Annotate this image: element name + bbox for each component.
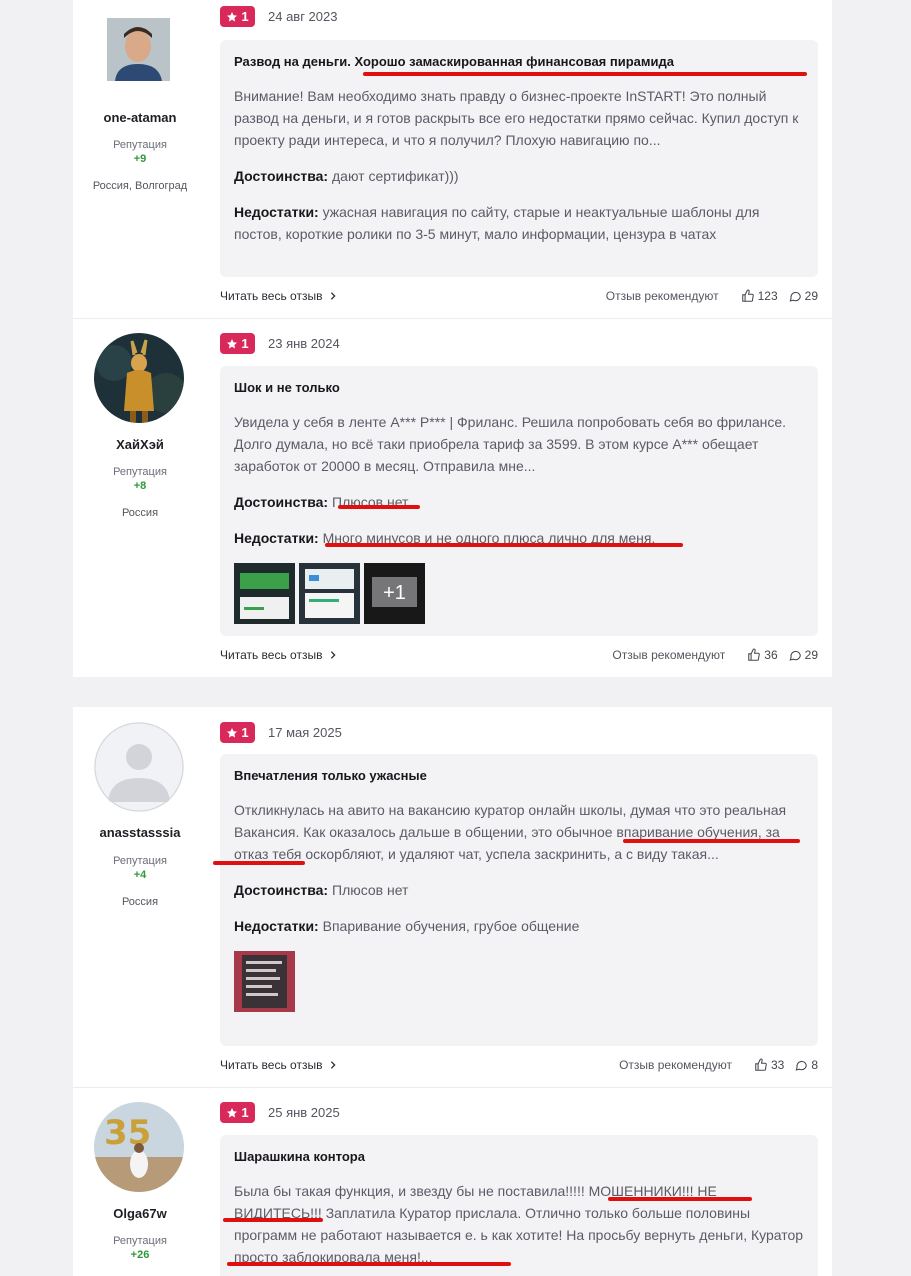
rating-badge: 1 <box>220 6 255 27</box>
photo-thumbnail[interactable]: +1 <box>364 563 425 624</box>
rating-badge: 1 <box>220 1102 255 1123</box>
chevron-right-icon <box>331 292 337 300</box>
review-text: Внимание! Вам необходимо знать правду о … <box>234 88 799 148</box>
rating-value: 1 <box>241 9 249 24</box>
review-cons: Недостатки: Впаривание обучения, грубое … <box>234 918 580 934</box>
review-pros: Достоинства: дают сертификат))) <box>234 168 459 184</box>
user-city: Россия, Волгоград <box>92 180 188 192</box>
more-photos-count[interactable]: +1 <box>364 563 425 624</box>
rating-badge: 1 <box>220 333 255 354</box>
review-date: 17 мая 2025 <box>268 725 342 740</box>
chevron-right-icon <box>331 651 337 659</box>
comments-button[interactable]: 29 <box>788 648 818 662</box>
thumbs-up-icon <box>755 1058 767 1071</box>
review-date: 23 янв 2024 <box>268 336 340 351</box>
star-icon <box>227 727 238 738</box>
reputation-value: +8 <box>133 480 147 492</box>
photo-gallery: +1 <box>234 563 804 624</box>
review-date: 24 авг 2023 <box>268 9 338 24</box>
read-more-link[interactable]: Читать весь отзыв <box>220 289 338 303</box>
avatar[interactable]: 35 <box>94 1102 184 1192</box>
svg-text:35: 35 <box>104 1113 151 1153</box>
review-title[interactable]: Шок и не только <box>234 379 804 397</box>
photo-gallery <box>234 951 804 1012</box>
highlight-underline <box>338 505 420 509</box>
star-icon <box>227 1107 238 1118</box>
review-text: Откликнулась на авито на вакансию курато… <box>234 802 787 862</box>
review-pros: Достоинства: Плюсов нет <box>234 882 409 898</box>
reputation-value: +4 <box>133 869 147 881</box>
avatar[interactable] <box>94 722 184 812</box>
user-city: Россия <box>121 896 159 908</box>
highlight-underline <box>213 861 305 865</box>
thumbs-up-icon <box>741 289 754 302</box>
photo-thumbnail[interactable] <box>234 951 295 1012</box>
recommend-label: Отзыв рекомендуют <box>605 289 719 303</box>
user-city: Россия <box>121 507 159 519</box>
reputation-label: Репутация <box>113 139 167 151</box>
thumbs-up-icon <box>748 648 761 661</box>
review-pros: Достоинства: Плюсов нет. <box>234 494 411 510</box>
reputation-label: Репутация <box>113 466 167 478</box>
review-body: Шарашкина контора Была бы такая функция,… <box>220 1135 818 1276</box>
reputation-value: +26 <box>130 1249 150 1261</box>
like-button[interactable]: 33 <box>754 1058 784 1072</box>
username[interactable]: ХайХэй <box>73 437 207 452</box>
review-card: anasstasssia Репутация +4 Россия 1 17 ма… <box>73 707 832 1087</box>
chevron-right-icon <box>331 1061 337 1069</box>
reputation-label: Репутация <box>113 855 167 867</box>
review-body: Шок и не только Увидела у себя в ленте А… <box>220 366 818 636</box>
review-footer: Читать весь отзыв Отзыв рекомендуют 36 2… <box>220 646 818 664</box>
review-footer: Читать весь отзыв Отзыв рекомендуют 33 8 <box>220 1056 818 1074</box>
comment-icon <box>795 1060 808 1071</box>
review-card: one-ataman Репутация +9 Россия, Волгогра… <box>73 0 832 318</box>
highlight-underline <box>363 72 807 76</box>
photo-thumbnail[interactable] <box>299 563 360 624</box>
read-more-link[interactable]: Читать весь отзыв <box>220 1058 338 1072</box>
comment-icon <box>789 650 801 661</box>
review-text: Увидела у себя в ленте А*** Р*** | Фрила… <box>234 414 787 474</box>
like-button[interactable]: 36 <box>747 648 778 662</box>
rating-value: 1 <box>241 336 249 351</box>
rating-badge: 1 <box>220 722 255 743</box>
review-title[interactable]: Шарашкина контора <box>234 1148 804 1166</box>
username[interactable]: one-ataman <box>73 110 207 125</box>
highlight-underline <box>223 1218 323 1222</box>
avatar[interactable] <box>107 18 170 81</box>
star-icon <box>227 338 238 349</box>
review-card: 35 Olga67w Репутация +26 1 25 янв 2025 Ш… <box>73 1088 832 1276</box>
reputation-value: +9 <box>133 153 147 165</box>
reputation-label: Репутация <box>113 1235 167 1247</box>
comments-button[interactable]: 8 <box>794 1058 818 1072</box>
recommend-label: Отзыв рекомендуют <box>619 1058 732 1072</box>
rating-value: 1 <box>241 725 249 740</box>
recommend-label: Отзыв рекомендуют <box>612 648 726 662</box>
review-title[interactable]: Развод на деньги. Хорошо замаскированная… <box>234 53 804 71</box>
highlight-underline <box>623 839 800 843</box>
review-cons: Недостатки: ужасная навигация по сайту, … <box>234 204 760 242</box>
comments-button[interactable]: 29 <box>788 289 818 303</box>
like-button[interactable]: 123 <box>741 289 778 303</box>
review-footer: Читать весь отзыв Отзыв рекомендуют 123 … <box>220 287 818 305</box>
highlight-underline <box>608 1197 752 1201</box>
highlight-underline <box>325 543 683 547</box>
star-icon <box>227 11 238 22</box>
read-more-link[interactable]: Читать весь отзыв <box>220 648 338 662</box>
highlight-underline <box>227 1262 511 1266</box>
avatar[interactable] <box>94 333 184 423</box>
username[interactable]: Olga67w <box>73 1206 207 1221</box>
review-card: ХайХэй Репутация +8 Россия 1 23 янв 2024… <box>73 319 832 677</box>
review-date: 25 янв 2025 <box>268 1105 340 1120</box>
review-body: Впечатления только ужасные Откликнулась … <box>220 754 818 1046</box>
rating-value: 1 <box>241 1105 249 1120</box>
username[interactable]: anasstasssia <box>73 825 207 840</box>
photo-thumbnail[interactable] <box>234 563 295 624</box>
review-title[interactable]: Впечатления только ужасные <box>234 767 804 785</box>
comment-icon <box>789 291 801 302</box>
review-text: Была бы такая функция, и звезду бы не по… <box>234 1183 804 1265</box>
